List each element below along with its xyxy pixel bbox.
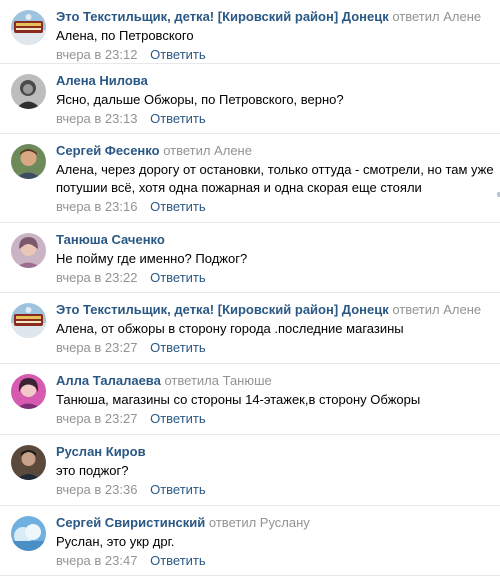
comment-timestamp[interactable]: вчера в 23:22 [56, 270, 137, 285]
replied-to-label[interactable]: ответил Алене [392, 9, 481, 24]
reply-button[interactable]: Ответить [150, 482, 206, 497]
man-portrait-avatar[interactable] [11, 144, 46, 179]
comment-timestamp[interactable]: вчера в 23:27 [56, 411, 137, 426]
comment-timestamp[interactable]: вчера в 23:12 [56, 47, 137, 62]
comment-author-link[interactable]: Руслан Киров [56, 444, 146, 459]
comment-item: Это Текстильщик, детка! [Кировский район… [0, 0, 500, 64]
reply-button[interactable]: Ответить [150, 340, 206, 355]
reply-button[interactable]: Ответить [150, 199, 206, 214]
comment-timestamp[interactable]: вчера в 23:13 [56, 111, 137, 126]
comment-author-link[interactable]: Сергей Свиристинский [56, 515, 205, 530]
comment-timestamp[interactable]: вчера в 23:47 [56, 553, 137, 568]
comment-author-link[interactable]: Алла Талалаева [56, 373, 161, 388]
replied-to-label[interactable]: ответил Алене [392, 302, 481, 317]
comment-item: Это Текстильщик, детка! [Кировский район… [0, 293, 500, 364]
grayscale-portrait-avatar[interactable] [11, 74, 46, 109]
reply-button[interactable]: Ответить [150, 270, 206, 285]
comment-timestamp[interactable]: вчера в 23:36 [56, 482, 137, 497]
reply-button[interactable]: Ответить [150, 47, 206, 62]
comment-author-link[interactable]: Танюша Саченко [56, 232, 165, 247]
comment-text: Алена, через дорогу от остановки, только… [56, 162, 494, 195]
comment-text: Танюша, магазины со стороны 14-этажек,в … [56, 392, 421, 407]
comment-author-link[interactable]: Алена Нилова [56, 73, 148, 88]
comment-item: Сергей Свиристинский ответил Руслану Рус… [0, 506, 500, 576]
comment-text: Алена, от обжоры в сторону города .после… [56, 321, 404, 336]
comment-item: Алена Нилова Ясно, дальше Обжоры, по Пет… [0, 64, 500, 134]
comment-item: Танюша Саченко Не пойму где именно? Подж… [0, 223, 500, 293]
reply-button[interactable]: Ответить [150, 553, 206, 568]
replied-to-label[interactable]: ответил Руслану [209, 515, 310, 530]
comment-author-link[interactable]: Сергей Фесенко [56, 143, 160, 158]
comment-item: Руслан Киров это поджог? вчера в 23:36 О… [0, 435, 500, 506]
comment-item: Сергей Фесенко ответил Алене Алена, чере… [0, 134, 500, 223]
comment-text: Руслан, это укр дрг. [56, 534, 175, 549]
community-badge-avatar[interactable] [11, 303, 46, 338]
comment-text: это поджог? [56, 463, 129, 478]
comment-text: Не пойму где именно? Поджог? [56, 251, 248, 266]
comment-item: Алла Талалаева ответила Танюше Танюша, м… [0, 364, 500, 435]
comments-thread: Это Текстильщик, детка! [Кировский район… [0, 0, 500, 576]
dark-portrait-avatar[interactable] [11, 445, 46, 480]
community-badge-avatar[interactable] [11, 10, 46, 45]
blue-sky-avatar[interactable] [11, 516, 46, 551]
replied-to-label[interactable]: ответил Алене [163, 143, 252, 158]
replied-to-label[interactable]: ответила Танюше [164, 373, 271, 388]
comment-text: Ясно, дальше Обжоры, по Петровского, вер… [56, 92, 344, 107]
reply-button[interactable]: Ответить [150, 411, 206, 426]
pink-portrait-avatar[interactable] [11, 374, 46, 409]
comment-timestamp[interactable]: вчера в 23:27 [56, 340, 137, 355]
comment-author-link[interactable]: Это Текстильщик, детка! [Кировский район… [56, 9, 389, 24]
comment-timestamp[interactable]: вчера в 23:16 [56, 199, 137, 214]
comment-author-link[interactable]: Это Текстильщик, детка! [Кировский район… [56, 302, 389, 317]
comment-text: Алена, по Петровского [56, 28, 194, 43]
woman-portrait-avatar[interactable] [11, 233, 46, 268]
reply-button[interactable]: Ответить [150, 111, 206, 126]
